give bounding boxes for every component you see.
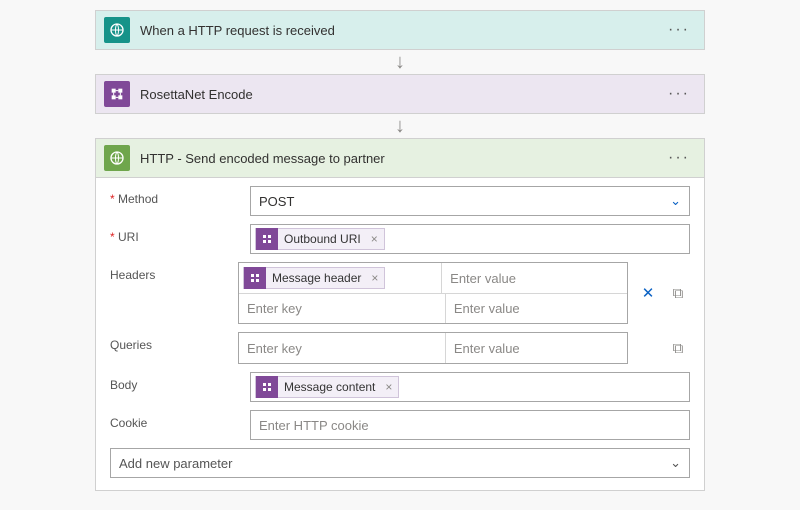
queries-table: Enter key Enter value xyxy=(238,332,628,364)
headers-row: Message header × Enter value xyxy=(239,263,627,293)
label-headers: Headers xyxy=(110,262,238,282)
step-title: When a HTTP request is received xyxy=(140,23,664,38)
queries-row: Enter key Enter value xyxy=(239,333,627,363)
query-value-input[interactable]: Enter value xyxy=(446,333,627,363)
label-cookie: Cookie xyxy=(110,410,250,430)
label-uri: URI xyxy=(110,224,250,244)
switch-mode-button[interactable]: ⧉ xyxy=(666,285,690,302)
query-key-input[interactable]: Enter key xyxy=(239,333,446,363)
row-body: Body Message content × xyxy=(110,372,690,402)
step-header[interactable]: When a HTTP request is received ··· xyxy=(96,11,704,49)
rosettanet-icon xyxy=(244,267,266,289)
body-token-pill[interactable]: Message content × xyxy=(255,376,399,398)
header-value-input[interactable]: Enter value xyxy=(446,293,627,323)
step-more-button[interactable]: ··· xyxy=(664,85,694,103)
header-key-input[interactable]: Message header × xyxy=(239,263,442,293)
chevron-down-icon: ⌄ xyxy=(670,455,681,471)
flow-arrow-icon: ↓ xyxy=(395,114,405,138)
body-input[interactable]: Message content × xyxy=(250,372,690,402)
row-method: Method POST ⌄ xyxy=(110,186,690,216)
flow-arrow-icon: ↓ xyxy=(395,50,405,74)
label-body: Body xyxy=(110,372,250,392)
headers-table: Message header × Enter value Enter key E… xyxy=(238,262,628,324)
switch-mode-button[interactable]: ⧉ xyxy=(666,340,690,357)
uri-input[interactable]: Outbound URI × xyxy=(250,224,690,254)
headers-row: Enter key Enter value xyxy=(239,293,627,323)
delete-row-button[interactable]: ✕ xyxy=(636,284,660,302)
header-value-input[interactable]: Enter value xyxy=(442,263,627,293)
add-parameter-select[interactable]: Add new parameter ⌄ xyxy=(110,448,690,478)
step-header[interactable]: RosettaNet Encode ··· xyxy=(96,75,704,113)
label-method: Method xyxy=(110,186,250,206)
method-value: POST xyxy=(259,194,294,209)
pill-label: Outbound URI xyxy=(284,228,361,250)
cookie-input[interactable]: Enter HTTP cookie xyxy=(250,410,690,440)
step-more-button[interactable]: ··· xyxy=(664,149,694,167)
step-more-button[interactable]: ··· xyxy=(664,21,694,39)
row-queries: Queries Enter key Enter value ✕ ⧉ xyxy=(110,332,690,364)
uri-token-pill[interactable]: Outbound URI × xyxy=(255,228,385,250)
label-queries: Queries xyxy=(110,332,238,352)
header-token-pill[interactable]: Message header × xyxy=(243,267,385,289)
step-http-trigger[interactable]: When a HTTP request is received ··· xyxy=(95,10,705,50)
add-parameter-label: Add new parameter xyxy=(119,456,232,471)
step-title: RosettaNet Encode xyxy=(140,87,664,102)
rosettanet-icon xyxy=(256,376,278,398)
method-select[interactable]: POST ⌄ xyxy=(250,186,690,216)
pill-remove-icon[interactable]: × xyxy=(385,376,392,398)
row-headers: Headers Message header × xyxy=(110,262,690,324)
row-cookie: Cookie Enter HTTP cookie xyxy=(110,410,690,440)
http-action-icon xyxy=(104,145,130,171)
pill-label: Message header xyxy=(272,267,361,289)
step-title: HTTP - Send encoded message to partner xyxy=(140,151,664,166)
pill-remove-icon[interactable]: × xyxy=(371,228,378,250)
step-body: Method POST ⌄ URI O xyxy=(96,177,704,490)
rosettanet-icon xyxy=(256,228,278,250)
step-rosettanet-encode[interactable]: RosettaNet Encode ··· xyxy=(95,74,705,114)
pill-remove-icon[interactable]: × xyxy=(371,267,378,289)
row-uri: URI Outbound URI × xyxy=(110,224,690,254)
step-http-send: HTTP - Send encoded message to partner ·… xyxy=(95,138,705,491)
pill-label: Message content xyxy=(284,376,375,398)
rosettanet-icon xyxy=(104,81,130,107)
chevron-down-icon: ⌄ xyxy=(670,193,681,209)
step-header[interactable]: HTTP - Send encoded message to partner ·… xyxy=(96,139,704,177)
http-trigger-icon xyxy=(104,17,130,43)
header-key-input[interactable]: Enter key xyxy=(239,293,446,323)
